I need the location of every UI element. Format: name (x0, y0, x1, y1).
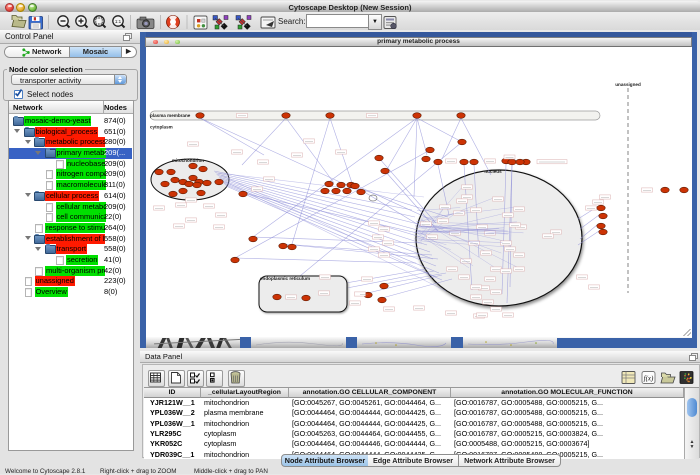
svg-text:mitochondrion: mitochondrion (172, 158, 204, 163)
svg-text:cytoplasm: cytoplasm (150, 125, 173, 130)
svg-text:nucleus: nucleus (484, 169, 502, 174)
svg-text:1:1: 1:1 (115, 19, 122, 24)
svg-text:f(x): f(x) (644, 375, 654, 383)
svg-text:unassigned: unassigned (615, 82, 641, 87)
svg-text:plasma membrane: plasma membrane (150, 113, 191, 118)
svg-text:endoplasmic reticulum: endoplasmic reticulum (260, 276, 310, 281)
